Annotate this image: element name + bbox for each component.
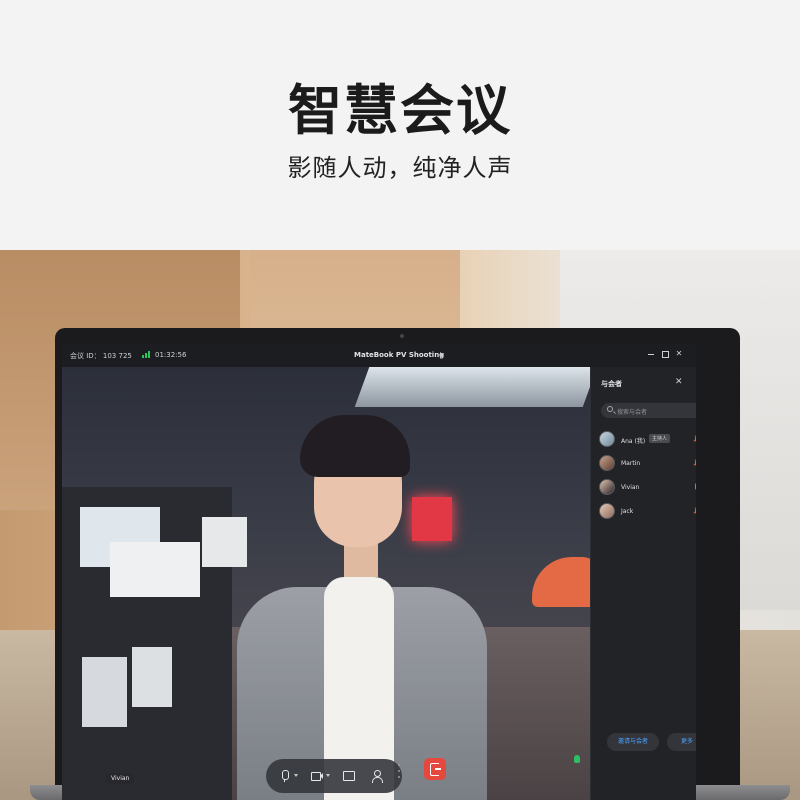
pinned-sketch <box>132 647 172 707</box>
hero-header: 智慧会议 影随人动，纯净人声 <box>0 0 800 250</box>
microphone-icon[interactable] <box>278 769 292 783</box>
leave-icon[interactable] <box>424 758 446 780</box>
red-car <box>532 557 590 607</box>
participants-panel: 与会者 ✕ 搜索与会者 Ana (我) 主持人 Martin Vivian Ja… <box>590 367 696 800</box>
search-placeholder: 搜索与会者 <box>617 409 648 416</box>
search-icon <box>607 406 613 412</box>
search-input[interactable]: 搜索与会者 <box>601 403 696 418</box>
participant-name: Jack <box>621 508 634 515</box>
host-badge: 主持人 <box>649 434 671 443</box>
speaker-hair <box>300 415 410 477</box>
avatar <box>599 431 615 447</box>
signal-bars-icon <box>142 351 152 358</box>
meeting-app-window: 会议 ID： 103 725 01:32:56 MateBook PV Shoo… <box>62 343 696 800</box>
pinned-sketch <box>82 657 127 727</box>
pinned-sketch <box>202 517 247 567</box>
studio-light <box>354 367 590 407</box>
avatar <box>599 503 615 519</box>
minimize-icon[interactable] <box>646 349 656 359</box>
chevron-down-icon[interactable] <box>294 774 298 777</box>
close-icon[interactable]: ✕ <box>674 349 684 359</box>
title-bar: 会议 ID： 103 725 01:32:56 MateBook PV Shoo… <box>62 343 696 367</box>
share-screen-icon[interactable] <box>342 769 356 783</box>
camera-icon[interactable] <box>310 769 324 783</box>
participant-name: Martin <box>621 460 641 467</box>
chevron-down-icon[interactable] <box>326 774 330 777</box>
participant-name: Vivian <box>621 484 640 491</box>
pinned-sketch <box>110 542 200 597</box>
more-icon[interactable] <box>398 764 400 780</box>
more-button[interactable]: 更多 <box>667 733 696 751</box>
expand-arrow-icon[interactable] <box>440 352 444 358</box>
neon-sign <box>412 497 452 541</box>
meeting-id: 会议 ID： 103 725 <box>70 352 132 360</box>
panel-title: 与会者 <box>601 380 622 388</box>
close-icon[interactable]: ✕ <box>675 377 683 387</box>
mic-muted-icon[interactable] <box>695 459 696 466</box>
participants-icon[interactable] <box>370 769 384 783</box>
avatar <box>599 479 615 495</box>
participant-name: Ana (我) <box>621 438 646 445</box>
list-item[interactable]: Martin <box>599 453 696 473</box>
webcam-icon <box>400 334 404 338</box>
control-bar <box>266 759 402 793</box>
speaker-name-tag: Vivian <box>106 773 135 784</box>
mic-muted-icon[interactable] <box>695 435 696 442</box>
invite-participants-button[interactable]: 邀请与会者 <box>607 733 659 751</box>
list-item[interactable]: Jack <box>599 501 696 521</box>
speaking-mic-icon <box>574 755 580 763</box>
hero-subtitle: 影随人动，纯净人声 <box>287 154 513 182</box>
avatar <box>599 455 615 471</box>
mic-active-icon[interactable] <box>695 483 696 490</box>
video-feed: Vivian <box>62 367 590 800</box>
window-title: MateBook PV Shooting <box>354 351 445 359</box>
list-item[interactable]: Vivian <box>599 477 696 497</box>
maximize-icon[interactable] <box>660 349 670 359</box>
list-item[interactable]: Ana (我) 主持人 <box>599 429 696 449</box>
mic-muted-icon[interactable] <box>695 507 696 514</box>
meeting-timer: 01:32:56 <box>155 351 187 359</box>
hero-title: 智慧会议 <box>288 79 512 142</box>
